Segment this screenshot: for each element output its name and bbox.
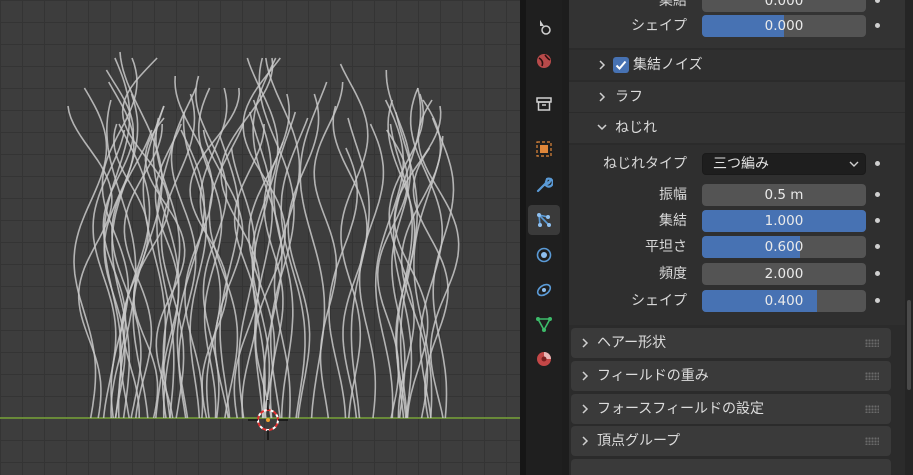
section-field-weights[interactable]: フィールドの重み [571,361,891,391]
keyframe-dot[interactable] [875,218,880,223]
kink-shape-field[interactable]: 0.400 [702,290,866,312]
subpanel-clump-noise[interactable]: 集結ノイズ [569,50,905,80]
subpanel-rough[interactable]: ラフ [569,82,905,112]
chevron-right-icon [582,404,589,414]
particles-icon[interactable] [528,205,560,235]
chevron-right-icon [599,92,606,102]
hair-strand [189,87,241,419]
kink-flatness-field[interactable]: 0.600 [702,236,866,258]
object-icon[interactable] [528,134,560,164]
kink-type-label: ねじれタイプ [603,156,687,172]
particle-properties-panel: 集結 0.000 シェイプ 0.000 集結ノイズ ラフ ねじれ ねじれタイプ [569,0,905,475]
kink-frequency-label: 頻度 [659,266,687,282]
keyframe-dot[interactable] [875,192,880,197]
kink-clump-label: 集結 [659,213,687,229]
clump-row: 集結 0.000 [569,0,905,14]
keyframe-dot[interactable] [875,271,880,276]
section-hair-shape[interactable]: ヘアー形状 [571,328,891,358]
section-hair-shape-label: ヘアー形状 [597,335,667,351]
kink-clump-value: 1.000 [764,213,804,229]
kink-frequency-value: 2.000 [764,266,804,282]
kink-clump-row: 集結 1.000 [569,208,905,234]
clump-field[interactable]: 0.000 [702,0,866,12]
kink-label: ねじれ [615,120,657,136]
kink-shape-label: シェイプ [631,293,687,309]
kink-type-row: ねじれタイプ 三つ編み [569,151,905,177]
keyframe-dot[interactable] [875,298,880,303]
3d-viewport[interactable] [0,0,520,475]
kink-clump-field[interactable]: 1.000 [702,210,866,232]
hair-strand [154,123,182,419]
physics-icon[interactable] [528,240,560,270]
hair-strand [339,63,369,419]
kink-frequency-row: 頻度 2.000 [569,261,905,287]
clump-shape-label: シェイプ [631,18,687,34]
hair-strand [219,135,240,419]
kink-amplitude-value: 0.5 m [764,187,804,203]
keyframe-dot[interactable] [875,0,880,3]
hair-strands [67,51,460,419]
tabs-gap [562,0,569,475]
kink-amplitude-field[interactable]: 0.5 m [702,184,866,206]
kink-amplitude-label: 振幅 [659,187,687,203]
constraints-icon[interactable] [528,275,560,305]
section-next[interactable] [571,459,891,475]
physics-shape-icon[interactable] [528,12,560,42]
clump-shape-value: 0.000 [764,18,804,34]
clump-shape-row: シェイプ 0.000 [569,13,905,39]
hair-particles [0,51,520,440]
chevron-right-icon [582,436,589,446]
kink-type-value: 三つ編み [713,156,769,172]
keyframe-dot[interactable] [875,244,880,249]
kink-shape-row: シェイプ 0.400 [569,288,905,314]
section-force-field-settings[interactable]: フォースフィールドの設定 [571,394,891,424]
keyframe-dot[interactable] [875,23,880,28]
drag-grip-icon[interactable] [865,405,879,413]
section-vertex-groups[interactable]: 頂点グループ [571,426,891,456]
subpanel-kink[interactable]: ねじれ [569,113,905,143]
keyframe-dot[interactable] [875,161,880,166]
kink-type-dropdown[interactable]: 三つ編み [702,153,866,175]
properties-tabs [526,0,562,475]
clump-noise-label: 集結ノイズ [633,57,703,73]
kink-frequency-field[interactable]: 2.000 [702,263,866,285]
drag-grip-icon[interactable] [865,339,879,347]
kink-shape-value: 0.400 [764,293,804,309]
chevron-down-icon [849,161,859,167]
collection-icon[interactable] [528,89,560,119]
clump-label: 集結 [659,0,687,9]
modifier-wrench-icon[interactable] [528,170,560,200]
checkmark-icon [615,60,627,70]
object-data-icon[interactable] [528,309,560,339]
drag-grip-icon[interactable] [865,372,879,380]
hair-strand [73,87,108,419]
section-vertex-groups-label: 頂点グループ [597,433,681,449]
clump-shape-field[interactable]: 0.000 [702,15,866,37]
material-icon[interactable] [528,344,560,374]
chevron-down-icon [597,124,607,131]
panel-scrollbar[interactable] [905,0,913,475]
rough-label: ラフ [615,89,643,105]
hair-strand [299,81,328,419]
clump-value: 0.000 [764,0,804,9]
kink-flatness-value: 0.600 [764,239,804,255]
kink-amplitude-row: 振幅 0.5 m [569,182,905,208]
section-force-field-settings-label: フォースフィールドの設定 [597,401,765,417]
drag-grip-icon[interactable] [865,437,879,445]
kink-flatness-label: 平坦さ [645,239,687,255]
kink-flatness-row: 平坦さ 0.600 [569,234,905,260]
world-icon[interactable] [528,46,560,76]
chevron-right-icon [599,60,606,70]
chevron-right-icon [582,371,589,381]
clump-noise-checkbox[interactable] [613,57,629,73]
section-field-weights-label: フィールドの重み [597,368,709,384]
hair-strand [431,117,455,419]
chevron-right-icon [582,338,589,348]
